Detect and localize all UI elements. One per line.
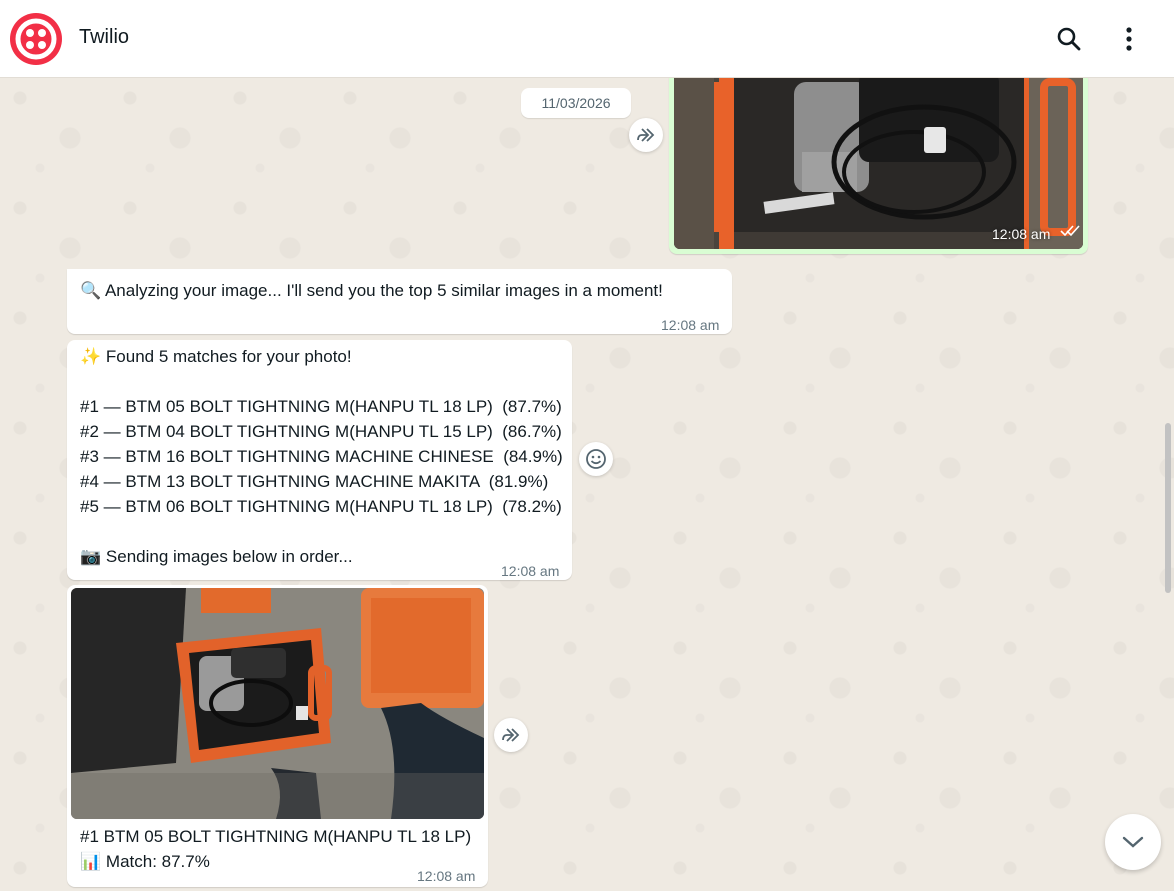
chat-scrollbar[interactable] — [1165, 423, 1171, 593]
scroll-to-bottom-button[interactable] — [1105, 814, 1161, 870]
match-line-5: #5 — BTM 06 BOLT TIGHTNING M(HANPU TL 18… — [80, 497, 562, 516]
result-photo-1-image — [71, 588, 484, 819]
analyzing-text: Analyzing your image... I'll send you th… — [104, 281, 663, 300]
message-text: 🔍 Analyzing your image... I'll send you … — [80, 278, 663, 303]
incoming-message-analyzing[interactable]: 🔍 Analyzing your image... I'll send you … — [67, 269, 732, 334]
chevron-down-icon — [1122, 836, 1144, 848]
match-line-1: #1 — BTM 05 BOLT TIGHTNING M(HANPU TL 18… — [80, 397, 562, 416]
forward-button[interactable] — [494, 718, 528, 752]
chat-title[interactable]: Twilio — [79, 26, 129, 49]
result-caption-title: #1 BTM 05 BOLT TIGHTNING M(HANPU TL 18 L… — [80, 827, 472, 846]
forward-icon — [502, 728, 520, 742]
forward-icon — [637, 128, 655, 142]
twilio-logo-avatar[interactable] — [10, 13, 62, 65]
twilio-logo-icon — [15, 18, 57, 60]
emoji-smiley-icon — [586, 449, 606, 469]
date-chip: 11/03/2026 — [521, 88, 631, 118]
chat-area[interactable]: 12:08 am 11/03/2026 🔍 Analyzing your ima… — [0, 78, 1174, 891]
message-time: 12:08 am — [661, 317, 720, 333]
react-button[interactable] — [579, 442, 613, 476]
sent-image-time: 12:08 am — [992, 226, 1051, 242]
sent-photo[interactable]: 12:08 am — [674, 78, 1083, 249]
sending-images-text: Sending images below in order... — [105, 547, 353, 566]
match-line-4: #4 — BTM 13 BOLT TIGHTNING MACHINE MAKIT… — [80, 472, 549, 491]
incoming-image-message-result-1[interactable]: #1 BTM 05 BOLT TIGHTNING M(HANPU TL 18 L… — [67, 585, 488, 887]
sparkles-emoji: ✨ — [80, 347, 102, 366]
incoming-message-matches[interactable]: ✨ Found 5 matches for your photo! #1 — B… — [67, 340, 572, 580]
message-time: 12:08 am — [417, 868, 476, 884]
chat-header: Twilio — [0, 0, 1174, 78]
forward-button[interactable] — [629, 118, 663, 152]
matches-heading: Found 5 matches for your photo! — [105, 347, 352, 366]
magnifier-emoji: 🔍 — [80, 281, 102, 300]
match-line-2: #2 — BTM 04 BOLT TIGHTNING M(HANPU TL 15… — [80, 422, 562, 441]
result-caption: #1 BTM 05 BOLT TIGHTNING M(HANPU TL 18 L… — [80, 824, 471, 874]
message-time: 12:08 am — [501, 563, 560, 579]
read-double-check-icon — [1060, 225, 1080, 237]
menu-button[interactable] — [1109, 19, 1149, 59]
more-vertical-icon — [1126, 27, 1132, 51]
result-photo-1[interactable] — [71, 588, 484, 819]
camera-emoji: 📷 — [80, 547, 102, 566]
match-line-3: #3 — BTM 16 BOLT TIGHTNING MACHINE CHINE… — [80, 447, 563, 466]
bar-chart-emoji: 📊 — [80, 852, 102, 871]
match-score-text: Match: 87.7% — [105, 852, 210, 871]
search-button[interactable] — [1049, 19, 1089, 59]
search-icon — [1057, 27, 1081, 51]
outgoing-image-message[interactable]: 12:08 am — [669, 78, 1088, 254]
matches-text: ✨ Found 5 matches for your photo! #1 — B… — [80, 344, 563, 569]
